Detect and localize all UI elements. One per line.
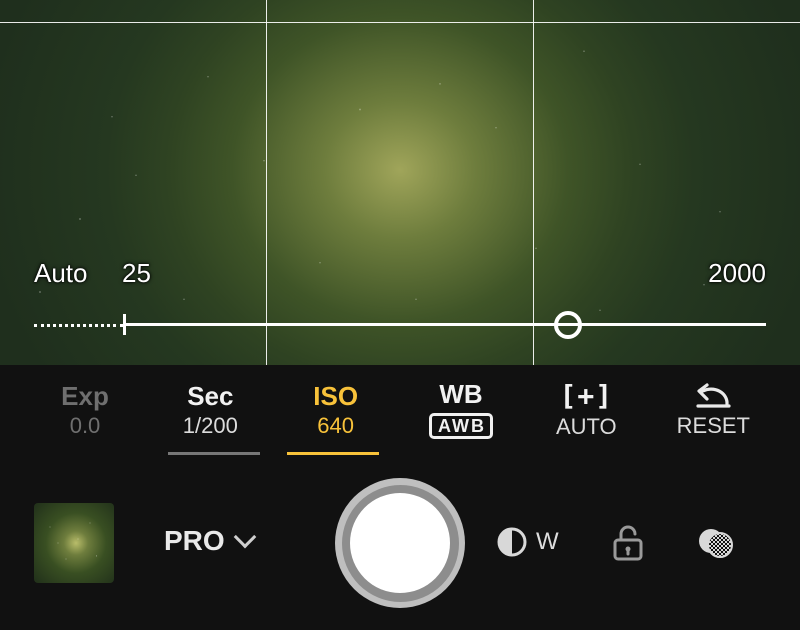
tab-wb-title: WB — [439, 381, 482, 407]
iso-min-tick — [123, 314, 126, 335]
camera-mode-selector[interactable]: PRO — [164, 525, 253, 557]
grid-vertical-2 — [533, 0, 534, 365]
tab-wb-value: AWB — [429, 413, 493, 439]
tab-focus[interactable]: [+] AUTO — [551, 382, 621, 438]
undo-icon — [693, 383, 733, 409]
shutter-inner — [350, 493, 450, 593]
filters-button[interactable] — [695, 523, 735, 563]
tab-shutter-speed[interactable]: Sec 1/200 — [175, 383, 245, 437]
filters-icon — [695, 523, 735, 563]
gallery-thumbnail[interactable] — [34, 503, 114, 583]
camera-viewfinder[interactable]: Auto 25 2000 — [0, 0, 800, 365]
iso-max-label: 2000 — [708, 258, 766, 289]
tab-focus-value: AUTO — [556, 416, 617, 438]
tab-shutter-value: 1/200 — [183, 415, 238, 437]
shutter-button[interactable] — [335, 478, 465, 608]
focus-bracket-icon: [+] — [560, 382, 614, 410]
lens-icon — [495, 525, 529, 559]
iso-slider[interactable] — [34, 323, 766, 326]
camera-mode-label: PRO — [164, 525, 225, 557]
tab-iso-value: 640 — [317, 415, 354, 437]
tab-exposure-value: 0.0 — [70, 415, 101, 437]
chevron-down-icon — [233, 526, 256, 549]
iso-track-auto-zone — [34, 324, 123, 327]
tab-exposure[interactable]: Exp 0.0 — [50, 383, 120, 437]
unlock-icon — [610, 523, 646, 563]
shutter-ring — [342, 485, 459, 602]
bottom-bar: PRO W — [0, 455, 800, 630]
reset-button[interactable]: RESET — [677, 383, 750, 437]
tab-exposure-title: Exp — [61, 383, 109, 409]
grid-horizontal-1 — [0, 22, 800, 23]
lock-settings-button[interactable] — [610, 523, 646, 563]
viewfinder-texture — [0, 0, 800, 365]
pro-settings-tabs: Exp 0.0 Sec 1/200 ISO 640 WB AWB [+] AUT… — [0, 365, 800, 455]
tab-shutter-title: Sec — [187, 383, 233, 409]
iso-auto-label: Auto — [34, 258, 88, 289]
iso-slider-thumb[interactable] — [554, 311, 582, 339]
reset-label: RESET — [677, 415, 750, 437]
tab-iso[interactable]: ISO 640 — [301, 383, 371, 437]
lens-label: W — [536, 528, 559, 556]
iso-min-label: 25 — [122, 258, 151, 289]
iso-track — [123, 323, 766, 326]
tab-white-balance[interactable]: WB AWB — [426, 381, 496, 439]
tab-iso-title: ISO — [313, 383, 358, 409]
lens-switch-button[interactable]: W — [495, 525, 559, 559]
grid-vertical-1 — [266, 0, 267, 365]
